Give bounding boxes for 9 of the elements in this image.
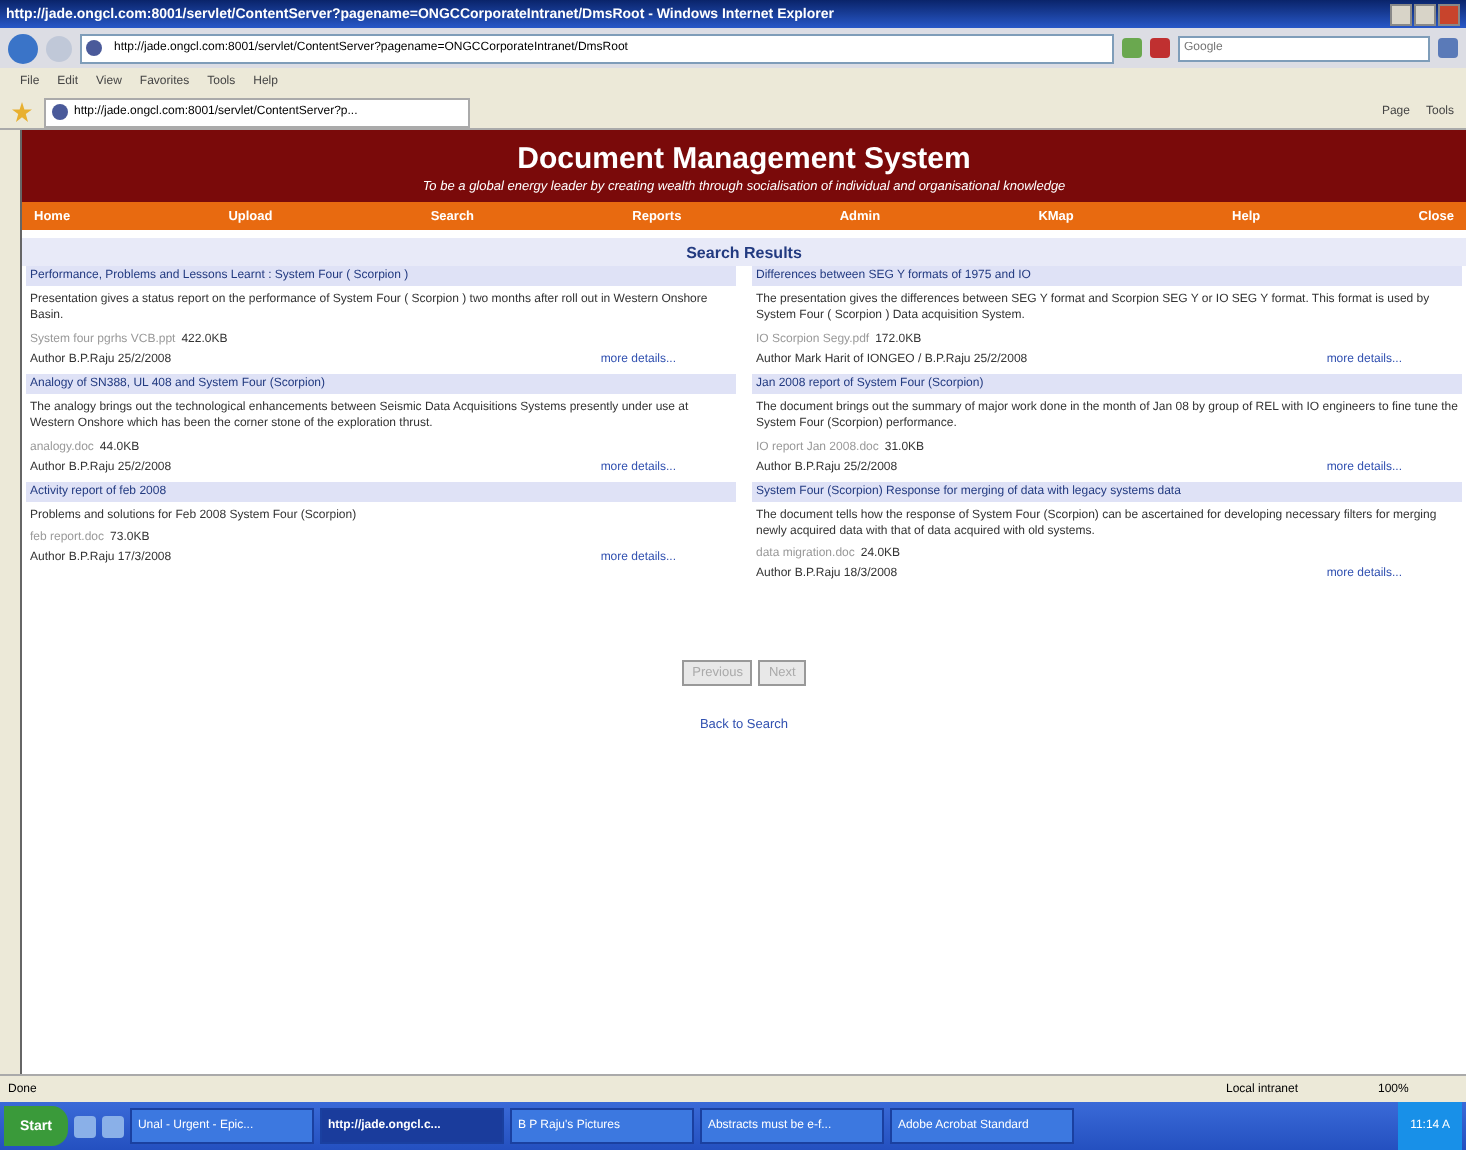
site-title: Document Management System xyxy=(515,142,973,176)
quick-launch-icon[interactable] xyxy=(101,1115,124,1137)
page-icon xyxy=(86,40,102,56)
maximize-button[interactable] xyxy=(1414,3,1436,25)
close-button[interactable] xyxy=(1438,3,1460,25)
quick-launch-icon[interactable] xyxy=(73,1115,96,1137)
results-heading: Search Results xyxy=(22,238,1466,266)
back-button[interactable] xyxy=(8,33,38,63)
minimize-button[interactable] xyxy=(1390,3,1412,25)
